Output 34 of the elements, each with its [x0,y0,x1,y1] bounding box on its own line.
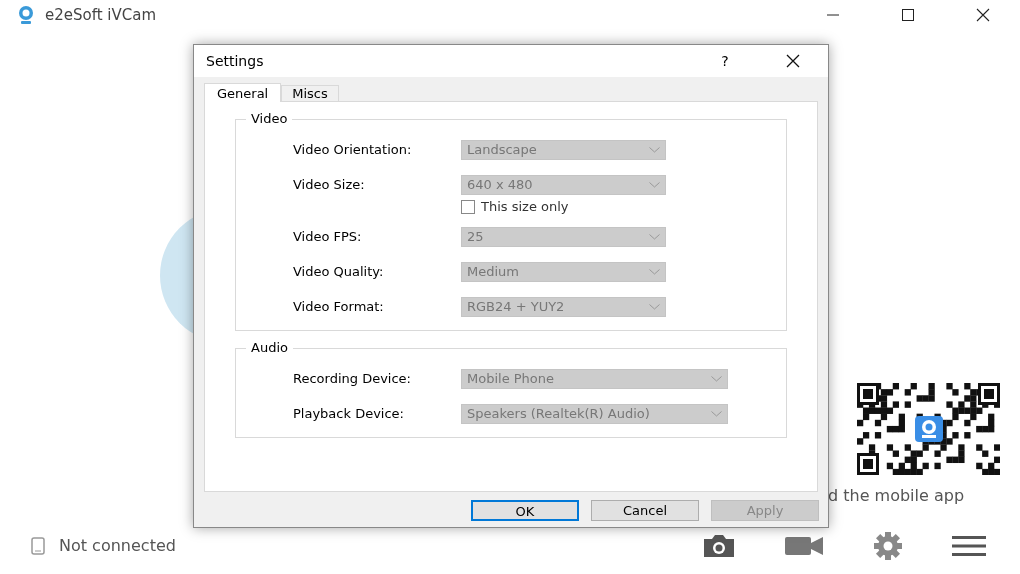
video-camera-icon[interactable] [784,535,824,557]
phone-icon [31,537,45,555]
chevron-down-icon [711,411,722,417]
tab[interactable]: General [204,83,282,102]
dialog-button[interactable]: Cancel [591,500,699,521]
close-icon [975,8,990,22]
checkbox[interactable] [461,200,475,214]
tab[interactable]: Miscs [281,85,339,101]
chevron-down-icon [649,182,660,188]
field-label: Video Orientation: [293,141,413,160]
settings-icon[interactable] [872,530,904,562]
help-button[interactable]: ? [710,47,740,75]
caption-text: d the mobile app [828,485,965,507]
close-icon [786,54,800,68]
chevron-down-icon [649,234,660,240]
field-label: Video Quality: [293,263,385,282]
chevron-down-icon [649,147,660,153]
menu-icon[interactable] [952,535,986,557]
camera-icon[interactable] [702,533,736,559]
app-title: e2eSoft iVCam [45,4,157,26]
webcam-icon [16,5,36,25]
chevron-down-icon [649,304,660,310]
field-label: Video Size: [293,176,366,195]
dialog-title: Settings [206,51,264,71]
field-label: Playback Device: [293,405,405,424]
maximize-icon [900,8,915,22]
dialog-button[interactable]: OK [471,500,579,521]
checkbox-label: This size only [481,198,569,217]
chevron-down-icon [649,269,660,275]
status-text: Not connected [59,535,176,557]
chevron-down-icon [711,376,722,382]
field-label: Video FPS: [293,228,363,247]
field-label: Video Format: [293,298,385,317]
field-label: Recording Device: [293,370,412,389]
